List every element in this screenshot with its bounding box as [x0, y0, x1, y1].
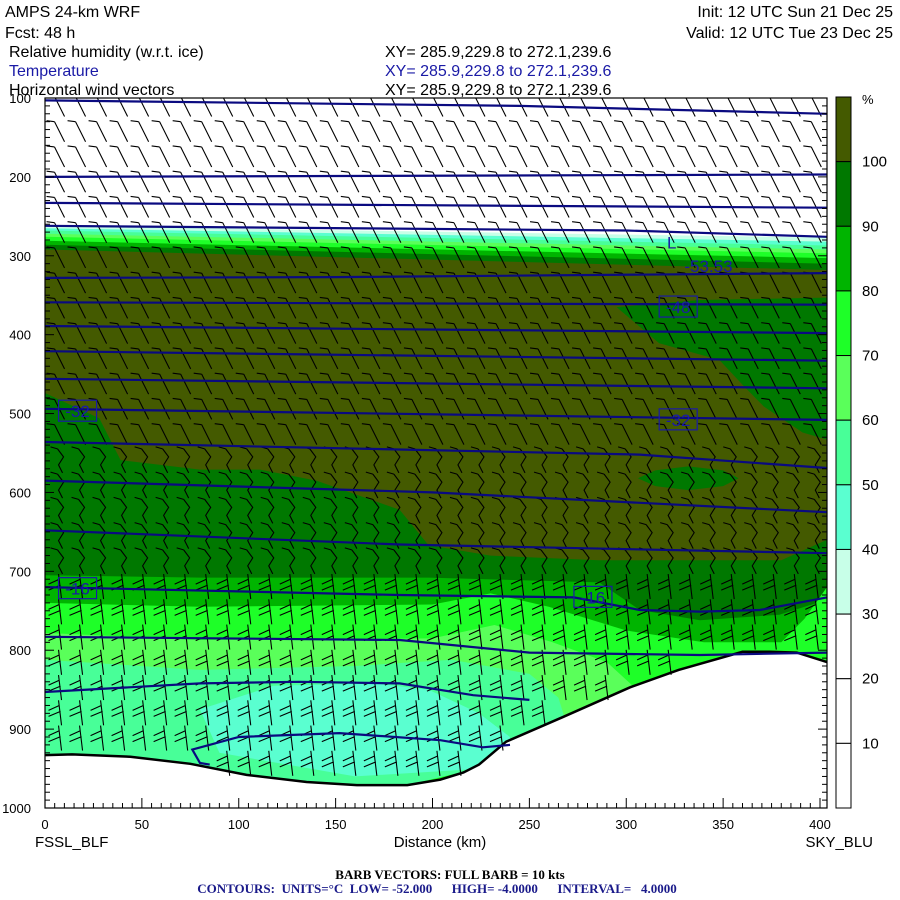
field-rh-name: Relative humidity (w.r.t. ice): [9, 44, 204, 61]
x-tick-label: 50: [135, 817, 149, 832]
contours-note: CONTOURS: UNITS=°C LOW= -52.000 HIGH= -4…: [197, 881, 677, 896]
contour-label: -32: [666, 411, 691, 430]
colorbar-segment: [835, 419, 852, 486]
valid-time: Valid: 12 UTC Tue 23 Dec 25: [686, 25, 893, 42]
colorbar-label: 70: [862, 348, 879, 365]
colorbar-unit: %: [862, 92, 874, 107]
colorbar-segment: [835, 290, 852, 357]
y-tick-label: 400: [9, 328, 31, 343]
colorbar-label: 10: [862, 735, 879, 752]
colorbar-label: 30: [862, 606, 879, 623]
contour-label: -48: [666, 298, 691, 317]
x-tick-label: 150: [325, 817, 347, 832]
contour-label: -16: [581, 588, 606, 607]
forecast-hour: Fcst: 48 h: [5, 25, 75, 42]
colorbar-segment: [835, 548, 852, 615]
y-tick-label: 900: [9, 722, 31, 737]
colorbar-segment: [835, 613, 852, 680]
colorbar-segment: [835, 742, 852, 809]
x-tick-label: 400: [809, 817, 831, 832]
colorbar-segment: [835, 355, 852, 421]
colorbar-segment: [835, 96, 852, 163]
x-tick-label: 300: [615, 817, 637, 832]
field-wind-name: Horizontal wind vectors: [9, 82, 174, 99]
colorbar-label: 60: [862, 412, 879, 429]
cross-section-figure: AMPS 24-km WRF Fcst: 48 h Init: 12 UTC S…: [2, 4, 893, 896]
y-tick-label: 600: [9, 485, 31, 500]
colorbar-label: 80: [862, 283, 879, 300]
colorbar-label: 100: [862, 154, 887, 171]
x-axis-label: Distance (km): [394, 834, 487, 851]
y-tick-label: 100: [9, 91, 31, 106]
contour-label: -53.53: [684, 257, 732, 276]
right-station-label: SKY_BLU: [805, 834, 873, 851]
x-tick-label: 100: [228, 817, 250, 832]
colorbar-label: 20: [862, 671, 879, 688]
contour-label: L: [667, 233, 676, 252]
barb-vectors-note: BARB VECTORS: FULL BARB = 10 kts: [335, 867, 564, 882]
x-tick-label: 0: [41, 817, 48, 832]
x-tick-label: 200: [422, 817, 444, 832]
init-time: Init: 12 UTC Sun 21 Dec 25: [697, 4, 893, 21]
plot-area: -32 -16 -48 -32 -16 L -53.53: [45, 98, 827, 808]
y-tick-label: 700: [9, 564, 31, 579]
colorbar-label: 40: [862, 541, 879, 558]
colorbar-segment: [835, 161, 852, 227]
field-temperature-xy: XY= 285.9,229.8 to 272.1,239.6: [385, 63, 612, 80]
colorbar-label: 50: [862, 477, 879, 494]
y-tick-label: 800: [9, 643, 31, 658]
colorbar-segment: [835, 225, 852, 292]
field-temperature-name: Temperature: [9, 63, 99, 80]
colorbar-segment: [835, 678, 852, 744]
contour-label: -32: [65, 402, 90, 421]
contour-label: -16: [65, 580, 90, 599]
field-wind-xy: XY= 285.9,229.8 to 272.1,239.6: [385, 82, 612, 99]
colorbar-segment: [835, 484, 852, 550]
x-tick-label: 250: [519, 817, 541, 832]
y-tick-label: 500: [9, 407, 31, 422]
model-title: AMPS 24-km WRF: [5, 4, 140, 21]
x-tick-label: 350: [712, 817, 734, 832]
left-station-label: FSSL_BLF: [35, 834, 108, 851]
colorbar-label: 90: [862, 218, 879, 235]
y-tick-label: 200: [9, 170, 31, 185]
y-tick-label: 1000: [2, 801, 31, 816]
y-tick-label: 300: [9, 249, 31, 264]
colorbar: 100 90 80 70 60 50 40 30 20 10: [835, 96, 887, 809]
field-rh-xy: XY= 285.9,229.8 to 272.1,239.6: [385, 44, 612, 61]
